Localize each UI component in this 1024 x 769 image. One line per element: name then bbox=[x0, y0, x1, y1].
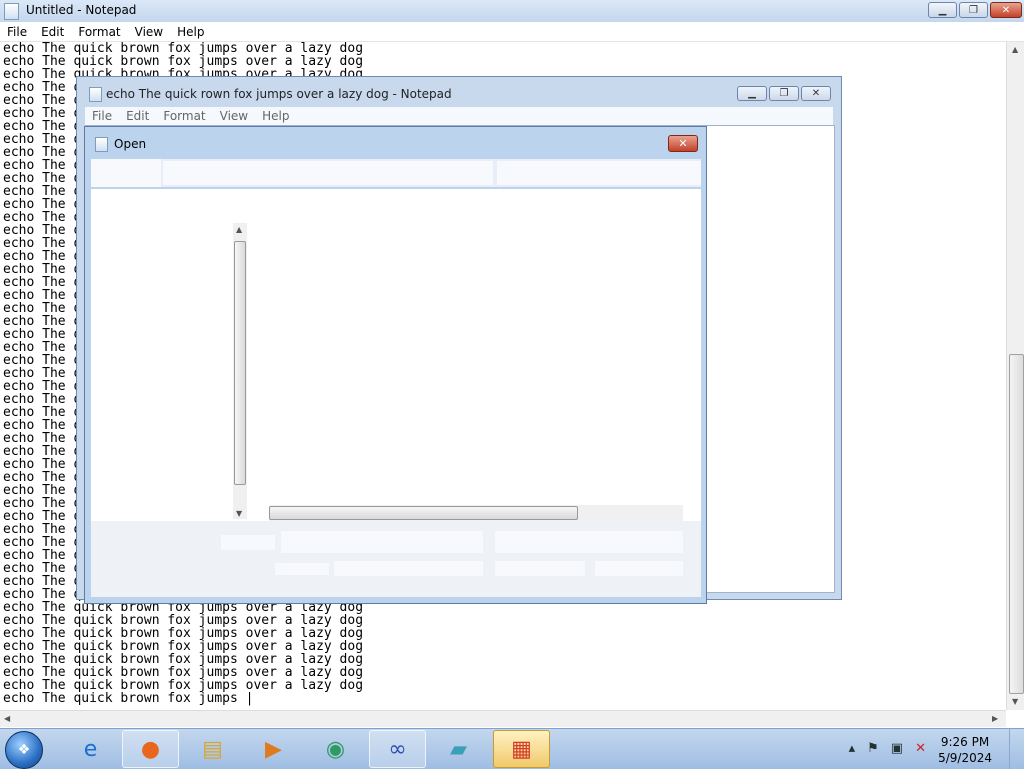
menu-file[interactable]: File bbox=[85, 109, 119, 123]
file-type-dropdown[interactable] bbox=[495, 531, 683, 553]
second-menubar: File Edit Format View Help bbox=[85, 107, 833, 125]
window-title: Untitled - Notepad bbox=[26, 3, 137, 17]
clock-time: 9:26 PM bbox=[940, 735, 990, 749]
scroll-down-arrow[interactable]: ▼ bbox=[1012, 697, 1018, 706]
open-dialog: Open ✕ ▲ ▼ bbox=[84, 126, 707, 604]
minimize-button[interactable]: ▁ bbox=[928, 2, 957, 18]
notepad-icon bbox=[89, 87, 102, 102]
taskbar-app-active-icon[interactable]: ▦ bbox=[493, 730, 550, 768]
second-window-title: echo The quick rown fox jumps over a laz… bbox=[106, 87, 452, 101]
menu-edit[interactable]: Edit bbox=[119, 109, 156, 123]
horizontal-scrollbar[interactable]: ◀ ▶ bbox=[0, 710, 1006, 727]
close-button[interactable]: ✕ bbox=[990, 2, 1022, 18]
minimize-button[interactable]: ▁ bbox=[737, 86, 767, 101]
second-titlebar: echo The quick rown fox jumps over a laz… bbox=[77, 77, 841, 109]
search-box[interactable] bbox=[497, 161, 701, 185]
address-bar-area bbox=[91, 159, 701, 187]
dialog-close-button[interactable]: ✕ bbox=[668, 135, 698, 152]
show-hidden-icons-icon[interactable]: ▴ bbox=[849, 741, 856, 756]
dialog-icon bbox=[95, 137, 108, 152]
maximize-button[interactable]: ❐ bbox=[959, 2, 988, 18]
volume-muted-icon[interactable]: ✕ bbox=[915, 741, 926, 756]
menu-edit[interactable]: Edit bbox=[34, 25, 71, 39]
menu-view[interactable]: View bbox=[128, 25, 170, 39]
menu-help[interactable]: Help bbox=[170, 25, 211, 39]
taskbar: ❖ e ● ▤ ▶ ◉ ∞ ▰ ▦ ▴ ⚑ ▣ ✕ 9:26 PM 5/9/2024 bbox=[0, 728, 1024, 769]
main-titlebar: Untitled - Notepad ▁ ❐ ✕ bbox=[0, 0, 1024, 23]
filename-field[interactable] bbox=[281, 531, 483, 553]
taskbar-firefox-icon[interactable]: ● bbox=[122, 730, 179, 768]
filename-label-placeholder bbox=[221, 535, 275, 550]
start-button[interactable]: ❖ bbox=[5, 731, 43, 769]
notepad-icon bbox=[4, 3, 19, 20]
menu-format[interactable]: Format bbox=[71, 25, 127, 39]
taskbar-app-infinity-icon[interactable]: ∞ bbox=[369, 730, 426, 768]
clock-date: 5/9/2024 bbox=[938, 751, 992, 765]
taskbar-internet-explorer-icon[interactable]: e bbox=[62, 730, 119, 768]
network-icon[interactable]: ▣ bbox=[891, 741, 903, 756]
scroll-right-arrow[interactable]: ▶ bbox=[992, 714, 998, 723]
system-tray: ▴ ⚑ ▣ ✕ bbox=[849, 741, 926, 756]
vertical-scrollbar[interactable]: ▲ ▼ bbox=[1006, 42, 1024, 710]
menu-help[interactable]: Help bbox=[255, 109, 296, 123]
taskbar-app-green-icon[interactable]: ◉ bbox=[307, 730, 364, 768]
scroll-thumb[interactable] bbox=[1009, 354, 1024, 694]
taskbar-file-explorer-icon[interactable]: ▤ bbox=[184, 730, 241, 768]
nav-scroll-up-arrow[interactable]: ▲ bbox=[236, 225, 242, 234]
action-center-flag-icon[interactable]: ⚑ bbox=[867, 741, 879, 756]
dialog-footer bbox=[91, 521, 701, 597]
text-line: echo The quick brown fox jumps | bbox=[3, 691, 254, 706]
taskbar-media-player-icon[interactable]: ▶ bbox=[245, 730, 302, 768]
open-button[interactable] bbox=[495, 561, 585, 576]
address-bar[interactable] bbox=[163, 161, 493, 185]
menu-file[interactable]: File bbox=[0, 25, 34, 39]
taskbar-app-notes-icon[interactable]: ▰ bbox=[430, 730, 487, 768]
clock[interactable]: 9:26 PM 5/9/2024 bbox=[938, 734, 992, 766]
scroll-left-arrow[interactable]: ◀ bbox=[4, 714, 10, 723]
cancel-button[interactable] bbox=[595, 561, 683, 576]
encoding-dropdown[interactable] bbox=[334, 561, 483, 576]
encoding-label-placeholder bbox=[275, 563, 329, 575]
main-menubar: File Edit Format View Help bbox=[0, 22, 1024, 42]
menu-format[interactable]: Format bbox=[156, 109, 212, 123]
close-button[interactable]: ✕ bbox=[801, 86, 831, 101]
menu-view[interactable]: View bbox=[213, 109, 255, 123]
maximize-button[interactable]: ❐ bbox=[769, 86, 799, 101]
file-list-area[interactable] bbox=[91, 189, 701, 521]
text-caret: | bbox=[245, 691, 254, 706]
nav-buttons-placeholder[interactable] bbox=[91, 159, 161, 187]
nav-scroll-down-arrow[interactable]: ▼ bbox=[236, 509, 242, 518]
scroll-up-arrow[interactable]: ▲ bbox=[1012, 45, 1018, 54]
file-list-hscroll-thumb[interactable] bbox=[269, 506, 578, 520]
show-desktop-button[interactable] bbox=[1009, 729, 1024, 769]
nav-pane-scroll-thumb[interactable] bbox=[234, 241, 246, 485]
dialog-title: Open bbox=[114, 137, 147, 151]
